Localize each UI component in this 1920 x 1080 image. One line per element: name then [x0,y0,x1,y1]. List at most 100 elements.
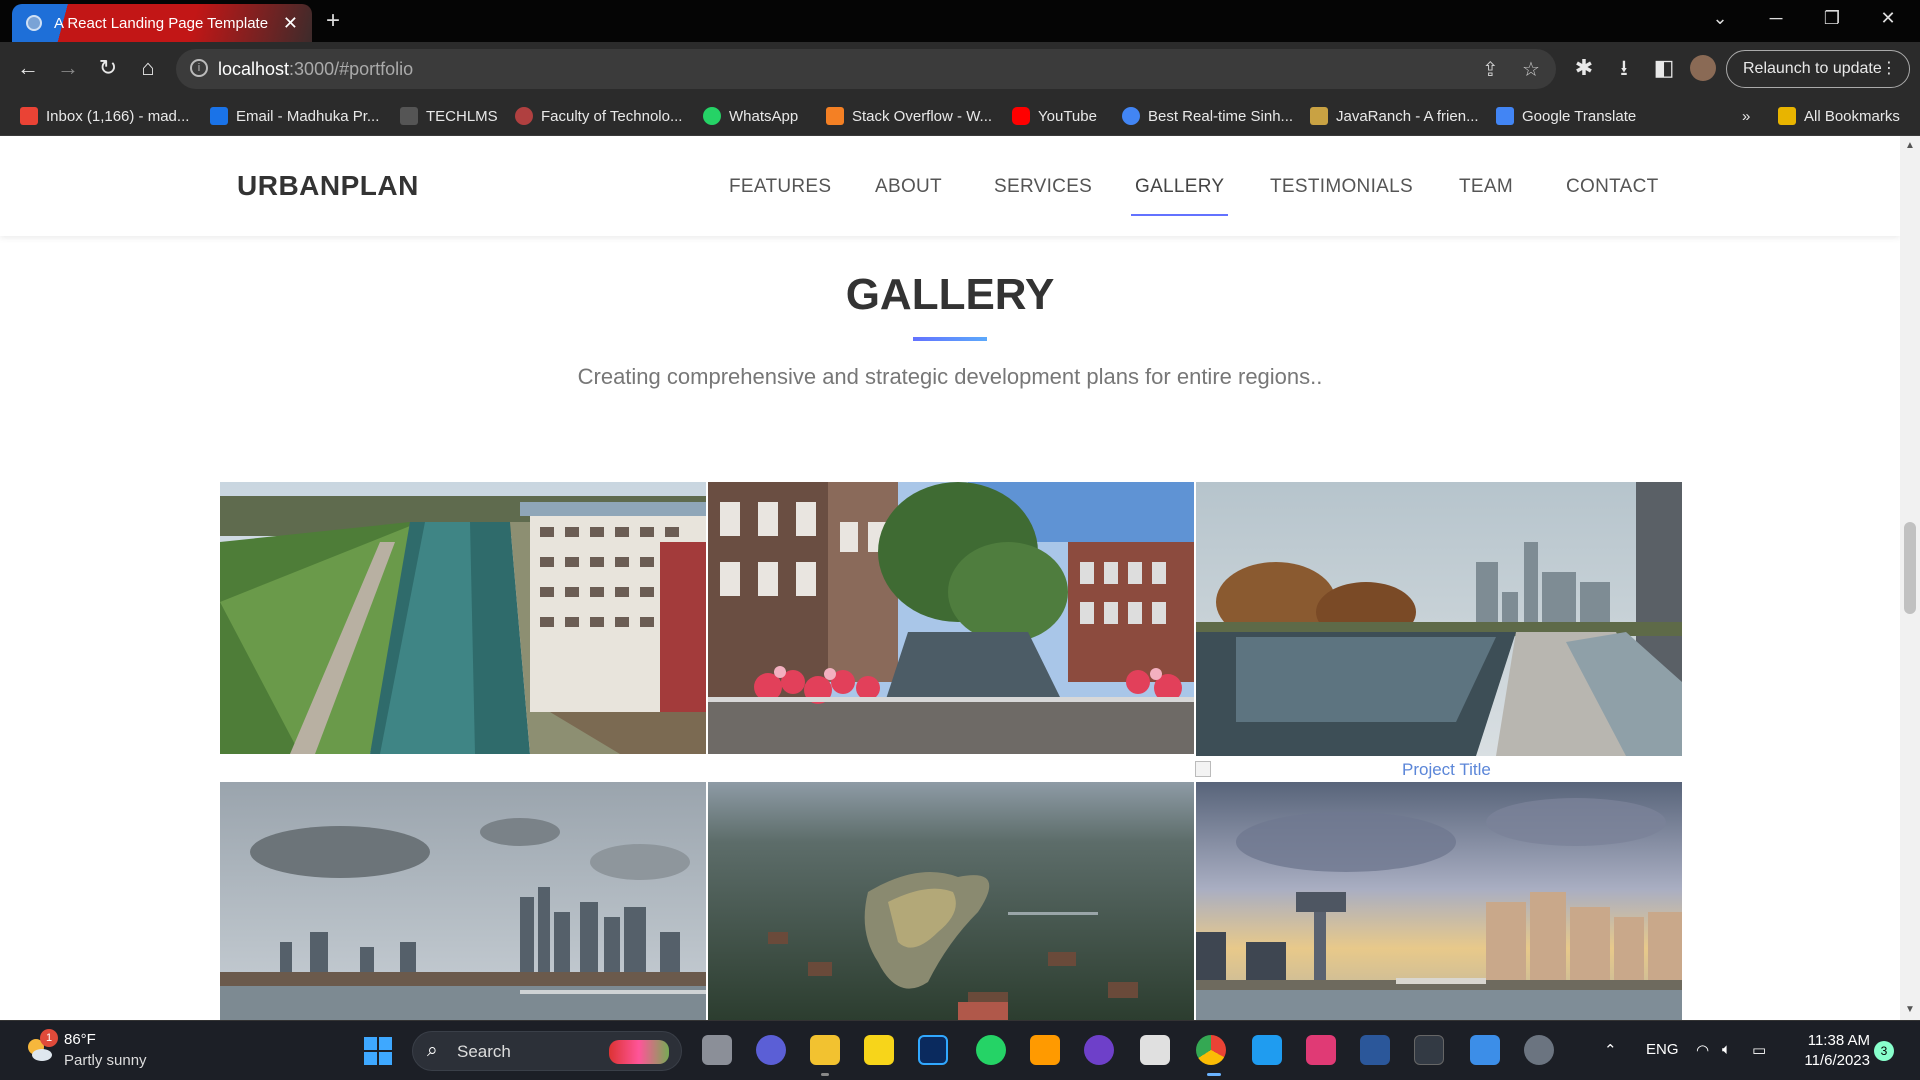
sticky-notes-icon[interactable] [864,1035,894,1065]
nav-services[interactable]: SERVICES [994,176,1092,198]
reload-icon[interactable]: ↻ [94,54,122,82]
menu-dots-icon[interactable]: ⋮ [1881,51,1897,87]
site-navbar: URBANPLAN FEATURES ABOUT SERVICES GALLER… [0,136,1900,236]
bookmark-item[interactable]: JavaRanch - A frien... [1310,104,1479,128]
restore-button[interactable]: ❐ [1804,0,1860,36]
bookmark-item[interactable]: Best Real-time Sinh... [1122,104,1293,128]
gallery-image-harbour-city[interactable] [1196,782,1682,1020]
weather-temperature[interactable]: 86°F [64,1031,96,1048]
site-info-icon[interactable]: i [190,59,208,77]
gallery-image-city-river[interactable] [1196,482,1682,756]
site-brand[interactable]: URBANPLAN [237,170,419,202]
tray-chevron-icon[interactable]: ⌃ [1604,1041,1617,1059]
back-icon[interactable]: ← [14,54,42,82]
outlook-icon [210,107,228,125]
folder-icon [1778,107,1796,125]
scrollbar-thumb[interactable] [1904,522,1916,614]
photoshop-icon[interactable] [918,1035,948,1065]
downloads-icon[interactable]: ⭳ [1610,54,1638,82]
task-view-icon[interactable] [702,1035,732,1065]
title-underline [913,337,987,341]
bookmark-item[interactable]: Google Translate [1496,104,1636,128]
scroll-up-icon[interactable]: ▲ [1905,140,1915,151]
gallery-image-canal-park[interactable] [220,482,706,754]
nav-team[interactable]: TEAM [1459,176,1513,198]
tab-title: A React Landing Page Template [54,15,269,32]
broken-image[interactable]: Project Title [1195,758,1682,780]
youtube-icon [1012,107,1030,125]
nav-contact[interactable]: CONTACT [1566,176,1659,198]
bookmark-item[interactable]: WhatsApp [703,104,798,128]
word-icon[interactable] [1360,1035,1390,1065]
bookmark-item[interactable]: Email - Madhuka Pr... [210,104,379,128]
teams-chat-icon[interactable] [756,1035,786,1065]
javaranch-icon [1310,107,1328,125]
file-explorer-icon[interactable] [810,1035,840,1065]
chrome-icon[interactable] [1196,1035,1226,1065]
taskbar-search[interactable]: ⌕ Search [412,1031,682,1071]
url-text[interactable]: localhost:3000/#portfolio [218,59,413,80]
tab-search-icon[interactable]: ⌄ [1692,0,1748,36]
bookmarks-overflow-icon[interactable]: » [1742,104,1750,128]
battery-icon[interactable]: ▭ [1752,1041,1766,1059]
weather-badge: 1 [40,1029,58,1047]
browser-titlebar: A React Landing Page Template ✕ + ⌄ ─ ❐ … [0,0,1920,42]
broken-image-alt: Project Title [1402,760,1491,779]
bookmark-item[interactable]: Faculty of Technolo... [515,104,682,128]
tab-favicon-icon [26,15,42,31]
language-indicator[interactable]: ENG [1646,1041,1679,1058]
running-indicator [821,1073,829,1076]
close-window-button[interactable]: ✕ [1860,0,1916,36]
nav-about[interactable]: ABOUT [875,176,942,198]
nav-testimonials[interactable]: TESTIMONIALS [1270,176,1413,198]
scroll-down-icon[interactable]: ▼ [1905,1004,1915,1015]
university-icon [515,107,533,125]
search-highlight-icon [609,1040,669,1064]
profile-avatar[interactable] [1690,55,1716,81]
relaunch-button[interactable]: Relaunch to update ⋮ [1726,50,1910,88]
minimize-button[interactable]: ─ [1748,0,1804,36]
vscode-icon[interactable] [1252,1035,1282,1065]
nav-gallery[interactable]: GALLERY [1130,176,1229,216]
active-indicator [1207,1073,1221,1076]
github-desktop-icon[interactable] [1084,1035,1114,1065]
sublime-text-icon[interactable] [1030,1035,1060,1065]
share-icon[interactable]: ⇪ [1482,57,1499,82]
system-clock[interactable]: 11:38 AM 11/6/2023 [1798,1031,1870,1071]
browser-tab[interactable]: A React Landing Page Template ✕ [12,4,312,42]
nav-features[interactable]: FEATURES [729,176,831,198]
extensions-icon[interactable]: ✱ [1570,54,1598,82]
settings-icon[interactable] [1524,1035,1554,1065]
notification-count[interactable]: 3 [1874,1041,1894,1061]
all-bookmarks[interactable]: All Bookmarks [1778,104,1900,128]
bookmark-item[interactable]: Inbox (1,166) - mad... [20,104,189,128]
windows-start-icon[interactable] [364,1037,392,1065]
wifi-icon[interactable]: ◠ [1696,1041,1709,1059]
terminal-icon[interactable] [1414,1035,1444,1065]
tab-close-icon[interactable]: ✕ [283,13,298,34]
bookmark-item[interactable]: Stack Overflow - W... [826,104,992,128]
weather-description[interactable]: Partly sunny [64,1052,147,1069]
google-icon [1122,107,1140,125]
search-icon: ⌕ [427,1040,438,1061]
translate-icon [1496,107,1514,125]
gmail-icon [20,107,38,125]
page-scrollbar[interactable]: ▲ ▼ [1900,136,1920,1020]
gallery-image-aerial-lake[interactable] [708,782,1194,1020]
gallery-subtitle: Creating comprehensive and strategic dev… [577,364,1323,389]
whatsapp-app-icon[interactable] [976,1035,1006,1065]
intellij-icon[interactable] [1306,1035,1336,1065]
paint-icon[interactable] [1470,1035,1500,1065]
new-tab-button[interactable]: + [326,7,340,35]
volume-icon[interactable]: 🔈︎ [1722,1041,1731,1058]
gallery-image-london-skyline[interactable] [220,782,706,1020]
side-panel-icon[interactable]: ◧ [1650,54,1678,82]
home-icon[interactable]: ⌂ [134,54,162,82]
address-bar[interactable]: i localhost:3000/#portfolio ⇪ ☆ [176,49,1556,89]
bookmark-item[interactable]: YouTube [1012,104,1097,128]
forward-icon[interactable]: → [54,54,82,82]
gallery-image-canal-street[interactable] [708,482,1194,754]
bookmark-item[interactable]: TECHLMS [400,104,498,128]
clickup-icon[interactable] [1140,1035,1170,1065]
bookmark-star-icon[interactable]: ☆ [1522,57,1540,82]
